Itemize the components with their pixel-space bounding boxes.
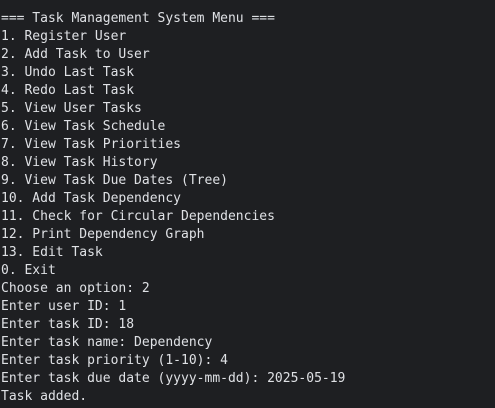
menu-item-register-user: 1. Register User: [1, 29, 127, 44]
menu-item-check-circular: 11. Check for Circular Dependencies: [1, 209, 275, 224]
menu-item-redo-task: 4. Redo Last Task: [1, 83, 135, 98]
menu-item-view-due-dates: 9. View Task Due Dates (Tree): [1, 173, 228, 188]
menu-item-add-dependency: 10. Add Task Dependency: [1, 191, 182, 206]
menu-item-exit: 0. Exit: [1, 263, 56, 278]
menu-item-add-task: 2. Add Task to User: [1, 47, 150, 62]
status-task-added: Task added.: [1, 389, 88, 404]
prompt-task-id: Enter task ID: 18: [1, 317, 135, 332]
menu-item-view-user-tasks: 5. View User Tasks: [1, 101, 142, 116]
menu-item-print-graph: 12. Print Dependency Graph: [1, 227, 205, 242]
prompt-task-priority: Enter task priority (1-10): 4: [1, 353, 228, 368]
prompt-choose-option: Choose an option: 2: [1, 281, 150, 296]
prompt-task-due-date: Enter task due date (yyyy-mm-dd): 2025-0…: [1, 371, 346, 386]
menu-item-edit-task: 13. Edit Task: [1, 245, 103, 260]
prompt-user-id: Enter user ID: 1: [1, 299, 127, 314]
terminal-output: === Task Management System Menu === 1. R…: [0, 0, 495, 408]
menu-item-view-history: 8. View Task History: [1, 155, 158, 170]
menu-item-undo-task: 3. Undo Last Task: [1, 65, 135, 80]
menu-header: === Task Management System Menu ===: [1, 11, 275, 26]
menu-item-view-priorities: 7. View Task Priorities: [1, 137, 182, 152]
prompt-task-name: Enter task name: Dependency: [1, 335, 213, 350]
menu-item-view-schedule: 6. View Task Schedule: [1, 119, 166, 134]
